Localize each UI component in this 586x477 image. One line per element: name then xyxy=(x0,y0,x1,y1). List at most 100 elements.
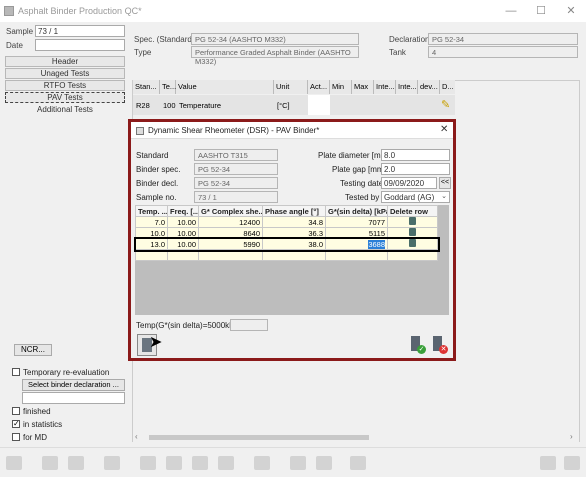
col-delete-row[interactable]: Delete row xyxy=(387,205,438,217)
horizontal-scrollbar[interactable]: ‹ › xyxy=(133,432,579,442)
close-button[interactable]: ✕ xyxy=(556,0,586,22)
cell-g-sin-delta[interactable]: 5115 xyxy=(325,227,388,239)
binder-declaration-field[interactable] xyxy=(22,392,125,404)
dialog-close-button[interactable]: ✕ xyxy=(440,124,448,135)
col-deviation[interactable]: dev... xyxy=(418,80,440,94)
col-temp[interactable]: Temp. ... xyxy=(135,205,168,217)
for-md-checkbox[interactable] xyxy=(12,433,20,441)
tools-icon[interactable] xyxy=(350,456,366,470)
sample-no-label: Sample no. xyxy=(136,193,177,202)
testing-date-field[interactable]: 09/09/2020 xyxy=(381,177,437,189)
scrollbar-thumb[interactable] xyxy=(149,435,369,440)
dsr-row[interactable]: 10.0 10.00 8640 36.3 5115 xyxy=(135,227,438,239)
cell-g-sin-delta[interactable]: 7077 xyxy=(325,216,388,228)
trash-icon[interactable] xyxy=(409,228,416,236)
col-g-sin-delta[interactable]: G*(sin delta) [kPa] xyxy=(325,205,388,217)
plate-diameter-field[interactable]: 8.0 xyxy=(381,149,450,161)
col-min[interactable]: Min xyxy=(330,80,352,94)
col-complex-shear[interactable]: G* Complex she... xyxy=(198,205,263,217)
in-statistics-checkbox[interactable]: ✓ xyxy=(12,420,20,428)
trash-icon[interactable] xyxy=(409,217,416,225)
cell-freq[interactable]: 10.00 xyxy=(167,238,199,250)
cell-complex-shear[interactable]: 5990 xyxy=(198,238,263,250)
last-record-icon[interactable] xyxy=(218,456,234,470)
section-header[interactable]: Header xyxy=(5,56,125,67)
sample-field[interactable]: 73 / 1 xyxy=(35,25,125,37)
col-interval-2[interactable]: Inte... xyxy=(396,80,418,94)
trash-icon[interactable] xyxy=(409,239,416,247)
col-max[interactable]: Max xyxy=(352,80,374,94)
sample-label: Sample xyxy=(6,27,34,36)
check-icon: ✓ xyxy=(417,345,426,354)
cell-phase-angle[interactable]: 38.0 xyxy=(262,238,326,250)
dsr-row-selected[interactable]: 13.0 10.00 5990 38.0 3688 xyxy=(133,236,440,252)
confirm-exit-icon[interactable] xyxy=(540,456,556,470)
tests-grid-header: Stan... Te... Value Unit Act... Min Max … xyxy=(133,80,455,94)
tests-grid-row[interactable]: R28 100 Temperature [°C] ✎ xyxy=(133,95,455,115)
col-standard[interactable]: Stan... xyxy=(133,80,160,94)
scroll-right-icon[interactable]: › xyxy=(570,432,573,441)
cell-complex-shear[interactable]: 12400 xyxy=(198,216,263,228)
cell-temp[interactable]: 13.0 xyxy=(135,238,168,250)
type-field: Performance Graded Asphalt Binder (AASHT… xyxy=(191,46,359,66)
dialog-icon xyxy=(136,127,144,135)
col-value[interactable]: Value xyxy=(176,80,274,94)
scroll-left-icon[interactable]: ‹ xyxy=(135,432,138,441)
section-unaged-tests[interactable]: Unaged Tests xyxy=(5,68,125,79)
report-icon[interactable] xyxy=(290,456,306,470)
dsr-row-empty[interactable] xyxy=(135,249,438,261)
print-icon[interactable] xyxy=(316,456,332,470)
cell-freq[interactable]: 10.00 xyxy=(167,227,199,239)
app-icon xyxy=(4,6,14,16)
date-label: Date xyxy=(6,41,23,50)
col-interval-1[interactable]: Inte... xyxy=(374,80,396,94)
cell-freq[interactable]: 10.00 xyxy=(167,216,199,228)
tested-by-select[interactable]: Goddard (AG) ⌄ xyxy=(381,191,450,203)
cell-phase-angle[interactable]: 36.3 xyxy=(262,227,326,239)
cell-standard: R28 xyxy=(136,101,150,110)
delete-icon[interactable] xyxy=(68,456,84,470)
col-d[interactable]: D... xyxy=(440,80,455,94)
tank-label: Tank xyxy=(389,48,406,57)
save-icon[interactable] xyxy=(42,456,58,470)
cancel-button[interactable]: ✕ xyxy=(431,334,449,356)
cell-complex-shear[interactable]: 8640 xyxy=(198,227,263,239)
temp-reeval-checkbox[interactable] xyxy=(12,368,20,376)
exit-icon[interactable] xyxy=(254,456,270,470)
first-record-icon[interactable] xyxy=(140,456,156,470)
col-phase-angle[interactable]: Phase angle [°] xyxy=(262,205,326,217)
col-test[interactable]: Te... xyxy=(160,80,176,94)
maximize-button[interactable]: ☐ xyxy=(526,0,556,22)
col-actual[interactable]: Act... xyxy=(308,80,330,94)
edit-pencil-icon[interactable]: ✎ xyxy=(441,98,450,111)
cell-phase-angle[interactable]: 34.8 xyxy=(262,216,326,228)
date-field[interactable] xyxy=(35,39,125,51)
search-binoculars-icon[interactable] xyxy=(104,456,120,470)
plate-diameter-label: Plate diameter [mm] xyxy=(318,151,390,160)
col-unit[interactable]: Unit xyxy=(274,80,308,94)
cell-actual[interactable] xyxy=(308,95,330,115)
cell-temp[interactable]: 10.0 xyxy=(135,227,168,239)
section-additional-tests[interactable]: Additional Tests xyxy=(5,104,125,115)
plate-gap-field[interactable]: 2.0 xyxy=(381,163,450,175)
section-rtfo-tests[interactable]: RTFO Tests xyxy=(5,80,125,91)
select-binder-declaration-button[interactable]: Select binder declaration ... xyxy=(22,379,125,391)
col-freq[interactable]: Freq. [... xyxy=(167,205,199,217)
ok-button[interactable]: ✓ xyxy=(409,334,427,356)
cancel-exit-icon[interactable] xyxy=(564,456,580,470)
tested-by-value: Goddard (AG) xyxy=(384,193,435,202)
next-record-icon[interactable] xyxy=(192,456,208,470)
new-record-icon[interactable] xyxy=(6,456,22,470)
in-statistics-label: in statistics xyxy=(23,420,63,429)
plate-gap-label: Plate gap [mm] xyxy=(332,165,386,174)
declaration-field: PG 52-34 xyxy=(428,33,578,45)
date-picker-button[interactable]: << xyxy=(439,177,451,189)
cell-g-sin-delta-active[interactable]: 3688 xyxy=(325,238,388,250)
section-pav-tests[interactable]: PAV Tests xyxy=(5,92,125,103)
dsr-row[interactable]: 7.0 10.00 12400 34.8 7077 xyxy=(135,216,438,228)
minimize-button[interactable]: — xyxy=(496,0,526,22)
finished-checkbox[interactable] xyxy=(12,407,20,415)
previous-record-icon[interactable] xyxy=(166,456,182,470)
ncr-button[interactable]: NCR... xyxy=(14,344,52,356)
cell-temp[interactable]: 7.0 xyxy=(135,216,168,228)
